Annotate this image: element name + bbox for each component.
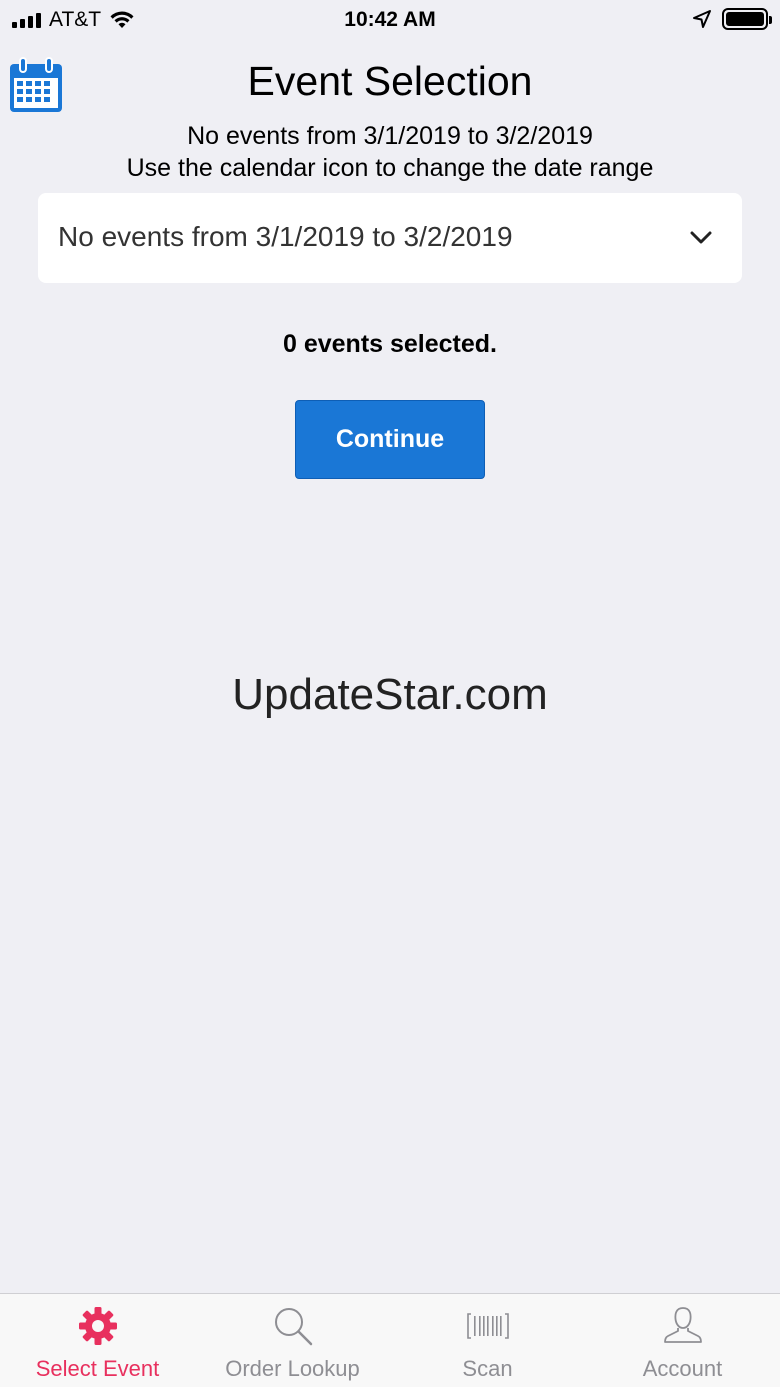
tab-label: Scan [462, 1356, 513, 1381]
continue-button[interactable]: Continue [295, 400, 485, 479]
battery-icon [722, 8, 772, 30]
status-right [692, 8, 772, 30]
search-icon [274, 1308, 312, 1346]
tab-bar: Select Event Order Lookup Scan Account [0, 1293, 780, 1387]
status-bar: AT&T 10:42 AM [0, 0, 780, 40]
tab-order-lookup[interactable]: Order Lookup [195, 1294, 390, 1387]
date-range-subtitle: No events from 3/1/2019 to 3/2/2019 Use … [0, 120, 780, 184]
tab-account[interactable]: Account [585, 1294, 780, 1387]
chevron-down-icon [690, 231, 712, 244]
page-title: Event Selection [247, 58, 533, 104]
calendar-hint: Use the calendar icon to change the date… [126, 154, 654, 182]
tab-label: Select Event [35, 1356, 160, 1381]
gear-icon [78, 1307, 117, 1345]
tab-scan[interactable]: Scan [390, 1294, 585, 1387]
status-time: 10:42 AM [344, 8, 436, 31]
location-arrow-icon [693, 10, 711, 28]
watermark: UpdateStar.com [232, 670, 548, 719]
tab-select-event[interactable]: Select Event [0, 1294, 195, 1387]
event-select-value: No events from 3/1/2019 to 3/2/2019 [58, 221, 513, 252]
tab-label: Account [642, 1356, 723, 1381]
barcode-icon [466, 1313, 509, 1339]
event-select-dropdown[interactable]: No events from 3/1/2019 to 3/2/2019 [38, 193, 742, 283]
user-icon [663, 1307, 702, 1343]
selected-events-count: 0 events selected. [282, 330, 497, 358]
tab-label: Order Lookup [225, 1356, 360, 1381]
no-events-message: No events from 3/1/2019 to 3/2/2019 [187, 122, 593, 150]
